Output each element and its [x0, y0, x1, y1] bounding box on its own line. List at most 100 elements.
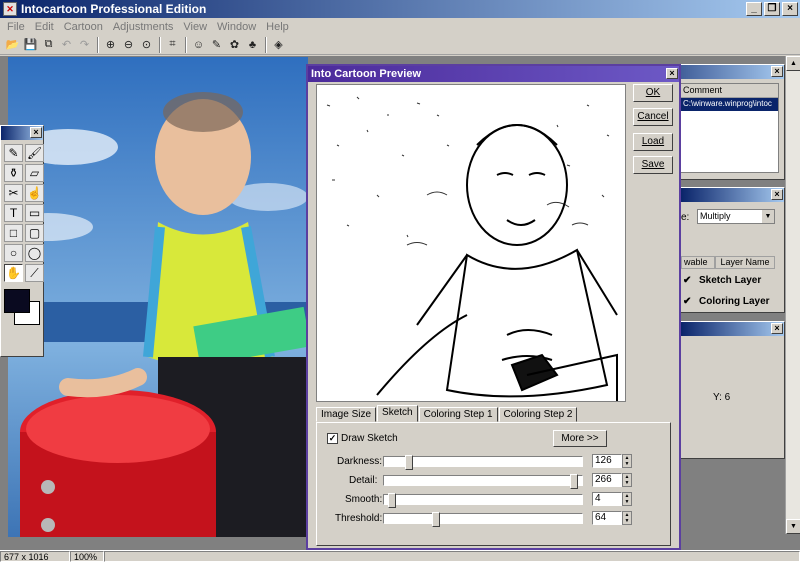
dialog-titlebar[interactable]: Into Cartoon Preview ×: [308, 66, 679, 82]
layer-row[interactable]: ✔ Coloring Layer: [683, 292, 793, 310]
dropper-icon[interactable]: ✂: [4, 184, 23, 202]
zoom-out-icon[interactable]: ⊖: [120, 36, 137, 53]
save-icon[interactable]: 💾: [22, 36, 39, 53]
crop-icon[interactable]: ⌗: [164, 36, 181, 53]
eraser-icon[interactable]: ▱: [25, 164, 44, 182]
cartoon-icon[interactable]: ☺: [190, 36, 207, 53]
hand-icon[interactable]: ✋: [4, 264, 23, 282]
smooth-label: Smooth:: [345, 494, 383, 505]
rectangle-icon[interactable]: □: [4, 224, 23, 242]
brush-icon[interactable]: 🖌: [25, 144, 44, 162]
eraser-icon[interactable]: ◈: [270, 36, 287, 53]
menu-cartoon[interactable]: Cartoon: [59, 21, 108, 33]
smooth-slider-thumb[interactable]: [388, 493, 396, 508]
smooth-slider[interactable]: [383, 493, 583, 508]
detail-spinner[interactable]: ▲ ▼: [622, 473, 632, 487]
detail-slider-thumb[interactable]: [570, 474, 578, 489]
info-panel-titlebar[interactable]: ×: [681, 322, 784, 336]
sketch-icon[interactable]: ✎: [208, 36, 225, 53]
color-icon[interactable]: ✿: [226, 36, 243, 53]
eyedropper-icon[interactable]: ⟋: [25, 264, 44, 282]
darkness-spinner[interactable]: ▲ ▼: [622, 454, 632, 468]
history-list: Comment C:\winware.winprog\intoc: [679, 83, 779, 173]
scroll-up-icon[interactable]: ▲: [786, 56, 800, 71]
zoom-in-icon[interactable]: ⊕: [102, 36, 119, 53]
tab-image-size[interactable]: Image Size: [316, 407, 377, 422]
info-y-value: Y: 6: [713, 392, 731, 403]
photo-canvas[interactable]: [8, 57, 308, 537]
tab-sketch[interactable]: Sketch: [377, 405, 418, 422]
info-panel: × Y: 6: [680, 321, 785, 459]
menu-window[interactable]: Window: [212, 21, 261, 33]
threshold-value[interactable]: 64: [592, 511, 622, 525]
workspace-scrollbar[interactable]: ▲ ▼: [785, 56, 800, 534]
darkness-value[interactable]: 126: [592, 454, 622, 468]
layer-visible-checkbox[interactable]: ✔: [683, 296, 695, 307]
restore-button[interactable]: ❐: [764, 2, 780, 16]
layer-name: Coloring Layer: [699, 295, 770, 307]
menu-view[interactable]: View: [178, 21, 212, 33]
history-header-comment[interactable]: Comment: [680, 84, 778, 98]
callout-icon[interactable]: ▭: [25, 204, 44, 222]
tab-coloring-step-2[interactable]: Coloring Step 2: [498, 407, 578, 422]
bucket-icon[interactable]: ⚱: [4, 164, 23, 182]
close-button[interactable]: ×: [782, 2, 798, 16]
darkness-slider[interactable]: [383, 455, 583, 470]
paint-icon[interactable]: ♣: [244, 36, 261, 53]
minimize-button[interactable]: _: [746, 2, 762, 16]
close-icon[interactable]: ×: [771, 323, 783, 334]
menu-bar: File Edit Cartoon Adjustments View Windo…: [0, 18, 800, 35]
save-button[interactable]: Save: [633, 156, 673, 174]
app-logo-icon[interactable]: ✕: [3, 2, 17, 16]
ellipse-icon[interactable]: ○: [4, 244, 23, 262]
threshold-slider-thumb[interactable]: [432, 512, 440, 527]
draw-sketch-checkbox[interactable]: ✓: [327, 433, 338, 444]
status-zoom: 100%: [70, 551, 104, 562]
layer-row[interactable]: ✔ Sketch Layer: [683, 271, 793, 289]
toolbar-separator: [159, 36, 161, 53]
open-icon[interactable]: 📂: [4, 36, 21, 53]
close-icon[interactable]: ×: [30, 127, 42, 138]
chevron-down-icon[interactable]: ▼: [762, 210, 774, 223]
threshold-label: Threshold:: [335, 513, 383, 524]
scroll-down-icon[interactable]: ▼: [786, 519, 800, 534]
more-button[interactable]: More >>: [553, 430, 607, 447]
threshold-slider[interactable]: [383, 512, 583, 527]
toolbar-separator: [185, 36, 187, 53]
close-icon[interactable]: ×: [771, 66, 783, 77]
cancel-button[interactable]: Cancel: [633, 108, 673, 126]
text-icon[interactable]: T: [4, 204, 23, 222]
smudge-icon[interactable]: ☝: [25, 184, 44, 202]
close-icon[interactable]: ×: [666, 68, 678, 79]
detail-label: Detail:: [349, 475, 378, 486]
tab-coloring-step-1[interactable]: Coloring Step 1: [418, 407, 498, 422]
copy-icon[interactable]: ⧉: [40, 36, 57, 53]
layer-visible-checkbox[interactable]: ✔: [683, 275, 695, 286]
close-icon[interactable]: ×: [771, 189, 783, 200]
smooth-spinner[interactable]: ▲ ▼: [622, 492, 632, 506]
tools-panel-titlebar[interactable]: ×: [1, 126, 43, 140]
blend-mode-select[interactable]: Multiply ▼: [697, 209, 775, 224]
zoom-fit-icon[interactable]: ⊙: [138, 36, 155, 53]
threshold-spinner[interactable]: ▲ ▼: [622, 511, 632, 525]
layers-panel-titlebar[interactable]: ×: [681, 188, 784, 202]
ok-button[interactable]: OK: [633, 84, 673, 102]
layers-header-visible: wable: [681, 256, 715, 269]
menu-edit[interactable]: Edit: [30, 21, 59, 33]
redo-icon[interactable]: ↷: [76, 36, 93, 53]
pencil-icon[interactable]: ✎: [4, 144, 23, 162]
smooth-value[interactable]: 4: [592, 492, 622, 506]
load-button[interactable]: Load: [633, 133, 673, 151]
menu-help[interactable]: Help: [261, 21, 294, 33]
detail-value[interactable]: 266: [592, 473, 622, 487]
darkness-slider-thumb[interactable]: [405, 455, 413, 470]
foreground-color-swatch[interactable]: [4, 289, 30, 313]
menu-file[interactable]: File: [2, 21, 30, 33]
sketch-preview[interactable]: [316, 84, 626, 402]
undo-icon[interactable]: ↶: [58, 36, 75, 53]
rounded-rect-icon[interactable]: ▢: [25, 224, 44, 242]
history-row[interactable]: C:\winware.winprog\intoc: [680, 98, 778, 111]
menu-adjustments[interactable]: Adjustments: [108, 21, 179, 33]
detail-slider[interactable]: [383, 474, 583, 489]
speech-bubble-icon[interactable]: ◯: [25, 244, 44, 262]
